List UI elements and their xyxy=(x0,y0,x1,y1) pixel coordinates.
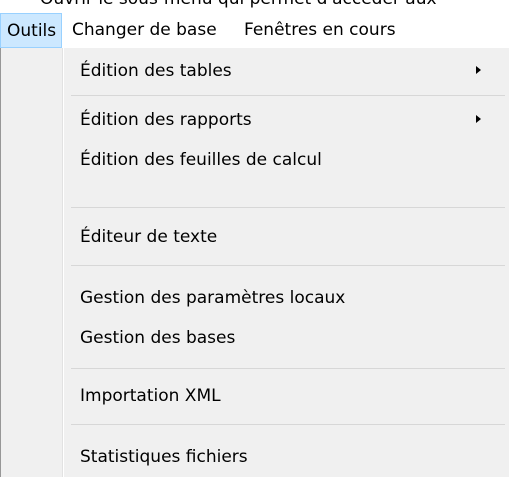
menu-separator xyxy=(71,95,505,96)
menu-changer-de-base-label: Changer de base xyxy=(72,20,217,40)
menu-item-gestion-parametres-locaux[interactable]: Gestion des paramètres locaux xyxy=(2,278,508,318)
menu-outils-label: Outils xyxy=(7,21,57,41)
menu-separator xyxy=(71,368,505,369)
submenu-arrow-icon xyxy=(476,66,481,74)
menu-item-edition-rapports[interactable]: Édition des rapports xyxy=(2,100,508,140)
menu-item-statistiques-fichiers[interactable]: Statistiques fichiers xyxy=(2,437,508,477)
menu-item-gestion-bases[interactable]: Gestion des bases xyxy=(2,318,508,358)
menu-item-label: Édition des rapports xyxy=(80,110,252,130)
outils-dropdown-menu: Édition des tables Édition des rapports … xyxy=(0,48,509,477)
menu-separator xyxy=(71,424,505,425)
menu-item-importation-xml[interactable]: Importation XML xyxy=(2,376,508,416)
menu-item-label: Gestion des bases xyxy=(80,328,236,348)
menu-outils[interactable]: Outils xyxy=(0,13,62,48)
background-text-strip: Ouvrir le sous-menu qui permet d'accéder… xyxy=(0,0,509,13)
menu-fenetres-en-cours[interactable]: Fenêtres en cours xyxy=(244,13,396,48)
menu-separator xyxy=(71,207,505,208)
menu-item-label: Gestion des paramètres locaux xyxy=(80,288,346,308)
menu-separator xyxy=(71,265,505,266)
menu-item-edition-feuilles-calcul[interactable]: Édition des feuilles de calcul xyxy=(2,140,508,180)
menu-item-label: Importation XML xyxy=(80,386,221,406)
menu-item-label: Statistiques fichiers xyxy=(80,447,248,467)
menu-item-label: Édition des tables xyxy=(80,61,232,81)
menu-fenetres-en-cours-label: Fenêtres en cours xyxy=(244,20,396,40)
submenu-arrow-icon xyxy=(476,115,481,123)
menu-item-label: Édition des feuilles de calcul xyxy=(80,150,322,170)
menu-bar: Outils Changer de base Fenêtres en cours xyxy=(0,13,509,49)
menu-item-edition-tables[interactable]: Édition des tables xyxy=(2,51,508,91)
menu-item-label: Éditeur de texte xyxy=(80,227,218,247)
menu-changer-de-base[interactable]: Changer de base xyxy=(72,13,217,48)
background-text: Ouvrir le sous-menu qui permet d'accéder… xyxy=(40,0,437,9)
menu-item-editeur-texte[interactable]: Éditeur de texte xyxy=(2,217,508,257)
